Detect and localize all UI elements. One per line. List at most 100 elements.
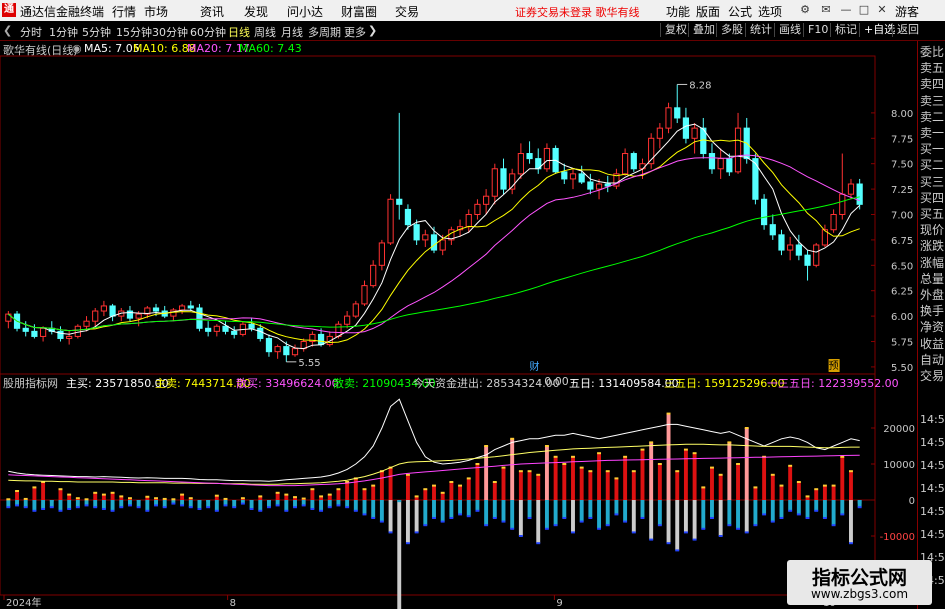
retail-flow-bar [110,500,115,511]
main-flow-bar [623,456,628,500]
side-label[interactable]: 收益 [920,337,944,351]
main-flow-cap [657,463,662,465]
retail-flow-cap [553,524,558,527]
retail-flow-bar [588,500,593,518]
main-flow-bar [571,456,575,500]
retail-flow-cap [6,506,11,509]
retail-flow-cap [701,527,706,530]
main-flow-bar [779,485,784,500]
retail-flow-cap [336,504,341,507]
side-label[interactable]: 涨跌 [920,239,944,253]
retail-flow-bar [58,500,63,511]
main-flow-bar [718,474,723,500]
retail-flow-cap [15,504,19,507]
candle-body [622,153,629,175]
main-flow-bar [736,464,740,500]
main-flow-cap [571,455,575,458]
retail-flow-cap [145,509,150,512]
retail-flow-bar [388,500,393,533]
main-flow-bar [275,492,280,500]
candle-body [152,307,160,312]
main-flow-bar [440,492,445,500]
retail-flow-cap [440,520,445,523]
side-label[interactable]: 卖五 [920,61,944,75]
watermark: 指标公式网 www.zbgs3.com [787,560,932,605]
side-label[interactable]: 换手 [920,304,944,318]
retail-flow-bar [666,500,671,544]
indicator-panel-frame [0,373,876,596]
side-label[interactable]: 现价 [920,223,944,237]
main-flow-cap [405,473,410,476]
candle-body [474,203,481,216]
main-flow-bar [788,465,793,500]
indicator-info-line: 股朋指标网 主买: 23571850.00 主卖: 7443714.00 散买:… [0,375,899,391]
retail-flow-cap [796,513,801,516]
retail-flow-cap [310,508,315,510]
candle-body [378,242,385,266]
candle-body [708,153,716,170]
retail-flow-cap [466,515,471,518]
side-label[interactable]: 自动 [920,353,944,367]
price-tick-label: 8.00 [891,109,913,120]
side-label[interactable]: 买一 [920,142,944,156]
side-time: 14:56 [920,482,945,495]
main-flow-bar [666,413,671,500]
retail-flow-cap [788,509,793,512]
retail-flow-bar [327,500,332,508]
candle-body [83,320,90,327]
side-label[interactable]: 总量 [920,272,944,286]
main-flow-cap [362,488,367,491]
main-flow-cap [805,495,810,498]
side-label[interactable]: 涨幅 [920,256,944,270]
side-label[interactable]: 买四 [920,191,944,205]
main-flow-cap [240,497,245,500]
main-flow-cap [258,495,263,498]
ma-settings-icon[interactable]: ◉ [72,42,82,55]
main-flow-cap [23,497,28,500]
candle-body [187,305,194,309]
retail-flow-cap [23,506,28,509]
main-flow-cap [831,484,836,487]
side-label[interactable]: 卖三 [920,94,944,108]
stock-name-label[interactable]: 歌华有线(日线) [3,42,78,58]
side-label[interactable]: 买三 [920,175,944,189]
main-flow-bar [397,500,402,503]
retail-flow-cap [692,538,697,541]
ma-info-line: 歌华有线(日线) ◉ MA5: 7.05 MA10: 6.88 MA20: 7.… [0,41,870,58]
sanmai-label: 散买: 33496624.00 [236,377,339,390]
side-label[interactable]: 卖二 [920,110,944,124]
indicator-name[interactable]: 股朋指标网 [3,375,58,391]
candle-body [439,239,446,251]
main-flow-cap [145,495,150,498]
retail-flow-bar [796,500,801,515]
main-flow-cap [162,497,167,500]
retail-flow-cap [518,535,523,537]
side-label[interactable]: 外盘 [920,288,944,302]
main-flow-cap [562,463,567,465]
side-label[interactable]: 委比 [920,45,944,59]
side-label[interactable]: 卖一 [920,126,944,140]
candle-body [517,153,524,175]
main-flow-cap [623,455,628,458]
retail-flow-cap [536,542,541,545]
retail-flow-bar [440,500,445,522]
side-label[interactable]: 卖四 [920,77,944,91]
kline-chart[interactable]: 8.28 5.55 财 预 8.00 7.75 7.50 7.25 7.00 6.75 6.50 6.… [0,0,917,609]
candle-body [396,198,403,205]
price-tick-label: 7.75 [891,134,913,145]
side-label[interactable]: 买二 [920,158,944,172]
candle-body [100,305,108,312]
retail-flow-cap [266,506,271,509]
main-flow-bar [675,471,680,500]
main-flow-cap [440,491,445,494]
candle-body [674,107,681,119]
side-label[interactable]: 交易 [920,369,944,383]
retail-flow-bar [449,500,454,518]
main-flow-cap [701,486,706,489]
candle-body [500,168,507,190]
date-label: 8 [230,598,236,609]
main-flow-bar [466,478,471,500]
side-label[interactable]: 净资 [920,320,944,334]
candle-body [74,325,81,337]
side-label[interactable]: 买五 [920,207,944,221]
